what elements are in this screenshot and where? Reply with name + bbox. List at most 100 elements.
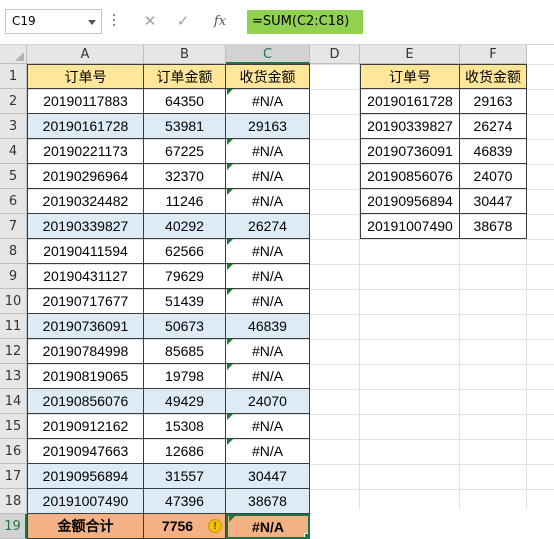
table-cell[interactable]: 20190717677 [27,289,144,314]
right-table-cell[interactable]: 38678 [460,214,527,239]
select-all-corner[interactable] [0,45,27,64]
table-cell[interactable]: #N/A [226,339,310,364]
table-cell[interactable]: 20190819065 [27,364,144,389]
right-table-cell[interactable]: 20191007490 [360,214,460,239]
table-cell[interactable]: #N/A [226,414,310,439]
column-header-e[interactable]: E [360,45,460,64]
table-cell[interactable]: 20190221173 [27,139,144,164]
left-header-cell[interactable]: 订单金额 [144,64,226,89]
table-cell[interactable]: 67225 [144,139,226,164]
table-cell[interactable]: 12686 [144,439,226,464]
row-header-9[interactable]: 9 [0,264,27,289]
table-cell[interactable]: 29163 [226,114,310,139]
table-cell[interactable]: 20190784998 [27,339,144,364]
table-cell[interactable]: 30447 [226,464,310,489]
table-cell[interactable]: 20190161728 [27,114,144,139]
total-label-cell[interactable]: 金额合计 [27,514,144,539]
error-indicator-icon[interactable] [227,339,233,345]
error-indicator-icon[interactable] [227,439,233,445]
error-indicator-icon[interactable] [227,414,233,420]
table-cell[interactable]: #N/A [226,364,310,389]
grip-icon[interactable] [113,14,116,28]
left-header-cell[interactable]: 订单号 [27,64,144,89]
table-cell[interactable]: 20190431127 [27,264,144,289]
row-header-18[interactable]: 18 [0,489,27,514]
table-cell[interactable]: 20190947663 [27,439,144,464]
row-header-10[interactable]: 10 [0,289,27,314]
column-header-c[interactable]: C [226,45,310,64]
table-cell[interactable]: 32370 [144,164,226,189]
error-indicator-icon[interactable] [227,239,233,245]
table-cell[interactable]: 26274 [226,214,310,239]
table-cell[interactable]: 20191007490 [27,489,144,514]
table-cell[interactable]: #N/A [226,89,310,114]
error-indicator-icon[interactable] [227,189,233,195]
column-header-d[interactable]: D [310,45,360,64]
fill-handle[interactable] [304,533,308,537]
row-header-6[interactable]: 6 [0,189,27,214]
row-header-8[interactable]: 8 [0,239,27,264]
table-cell[interactable]: 40292 [144,214,226,239]
table-cell[interactable]: 38678 [226,489,310,514]
right-table-cell[interactable]: 20190856076 [360,164,460,189]
right-table-cell[interactable]: 46839 [460,139,527,164]
row-header-7[interactable]: 7 [0,214,27,239]
right-header-cell[interactable]: 收货金额 [460,64,527,89]
error-indicator-icon[interactable] [227,89,233,95]
table-cell[interactable]: #N/A [226,439,310,464]
total-amount-cell[interactable]: 7756! [144,514,226,539]
table-cell[interactable]: 20190956894 [27,464,144,489]
table-cell[interactable]: 11246 [144,189,226,214]
table-cell[interactable]: 49429 [144,389,226,414]
right-header-cell[interactable]: 订单号 [360,64,460,89]
table-cell[interactable]: #N/A [226,264,310,289]
right-table-cell[interactable]: 20190736091 [360,139,460,164]
table-cell[interactable]: 20190411594 [27,239,144,264]
row-header-12[interactable]: 12 [0,339,27,364]
row-header-17[interactable]: 17 [0,464,27,489]
error-indicator-icon[interactable] [227,164,233,170]
table-cell[interactable]: 31557 [144,464,226,489]
error-indicator-icon[interactable] [229,516,235,522]
right-table-cell[interactable]: 29163 [460,89,527,114]
row-header-15[interactable]: 15 [0,414,27,439]
row-header-19[interactable]: 19 [0,514,27,539]
insert-function-icon[interactable]: fx [205,9,235,34]
column-header-f[interactable]: F [460,45,527,64]
row-header-11[interactable]: 11 [0,314,27,339]
error-indicator-icon[interactable] [227,289,233,295]
row-header-16[interactable]: 16 [0,439,27,464]
row-header-3[interactable]: 3 [0,114,27,139]
table-cell[interactable]: 19798 [144,364,226,389]
row-header-1[interactable]: 1 [0,64,27,89]
row-header-13[interactable]: 13 [0,364,27,389]
formula-input[interactable]: =SUM(C2:C18) [247,10,363,34]
error-indicator-icon[interactable] [227,264,233,270]
table-cell[interactable]: #N/A [226,164,310,189]
total-received-cell[interactable]: #N/A [226,514,310,539]
table-cell[interactable]: 20190324482 [27,189,144,214]
row-header-2[interactable]: 2 [0,89,27,114]
table-cell[interactable]: 47396 [144,489,226,514]
table-cell[interactable]: 85685 [144,339,226,364]
table-cell[interactable]: 64350 [144,89,226,114]
table-cell[interactable]: 51439 [144,289,226,314]
cancel-icon[interactable]: ✕ [135,9,165,34]
table-cell[interactable]: #N/A [226,239,310,264]
error-indicator-icon[interactable] [227,364,233,370]
column-header-a[interactable]: A [27,45,144,64]
table-cell[interactable]: #N/A [226,139,310,164]
table-cell[interactable]: 46839 [226,314,310,339]
table-cell[interactable]: 20190339827 [27,214,144,239]
row-header-14[interactable]: 14 [0,389,27,414]
row-header-4[interactable]: 4 [0,139,27,164]
table-cell[interactable]: 20190736091 [27,314,144,339]
right-table-cell[interactable]: 24070 [460,164,527,189]
table-cell[interactable]: 20190912162 [27,414,144,439]
right-table-cell[interactable]: 26274 [460,114,527,139]
enter-icon[interactable]: ✓ [168,9,198,34]
table-cell[interactable]: 20190856076 [27,389,144,414]
table-cell[interactable]: 15308 [144,414,226,439]
name-box[interactable]: C19 [5,9,102,34]
right-table-cell[interactable]: 20190161728 [360,89,460,114]
